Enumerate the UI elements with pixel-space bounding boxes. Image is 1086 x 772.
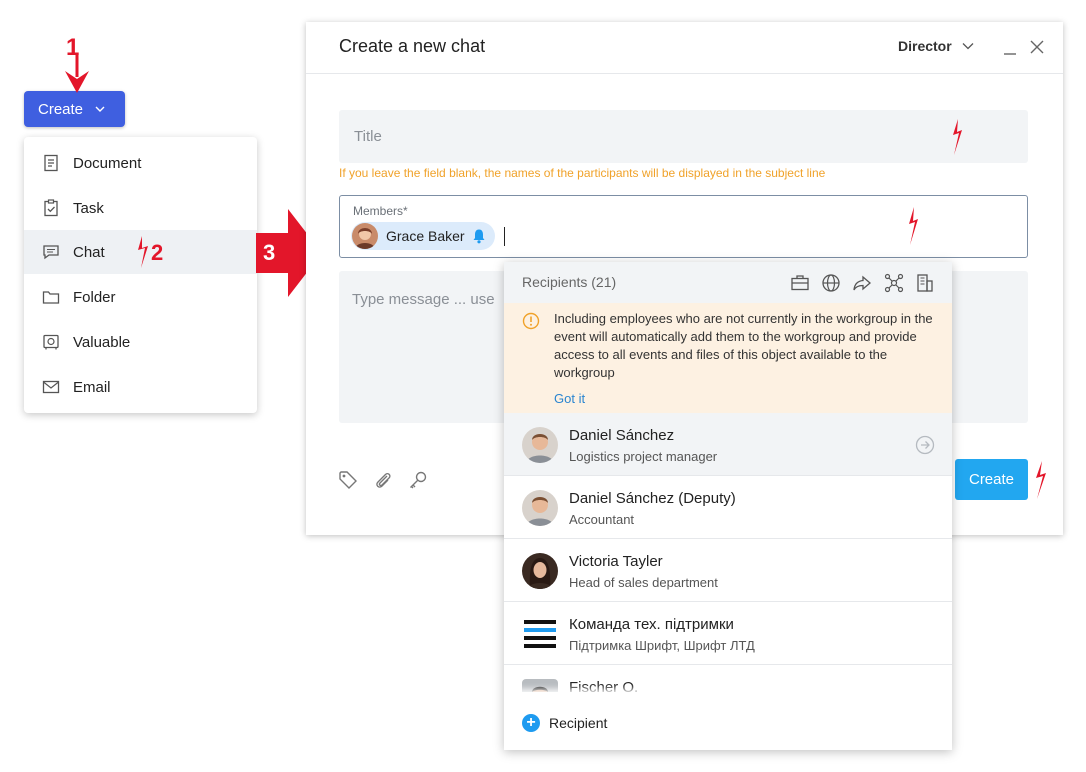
title-hint: If you leave the field blank, the names … (339, 166, 826, 180)
recipient-row[interactable]: Daniel Sánchez Logistics project manager (504, 413, 952, 476)
red-lightning-icon (909, 207, 918, 245)
email-icon (41, 377, 61, 397)
paperclip-icon[interactable] (373, 470, 393, 490)
text-caret (504, 227, 505, 246)
dialog-divider (306, 73, 1063, 74)
title-input[interactable] (339, 110, 1028, 163)
menu-item-document[interactable]: Document (24, 141, 257, 185)
network-icon[interactable] (884, 273, 904, 293)
arrow-right-circle-icon[interactable] (915, 435, 935, 455)
recipients-footer: + Recipient (504, 692, 952, 750)
got-it-link[interactable]: Got it (554, 391, 585, 406)
safe-icon (41, 332, 61, 352)
recipients-popup: Recipients (21) Including employees who … (504, 262, 952, 750)
dialog-title: Create a new chat (339, 36, 486, 56)
recipient-role: Accountant (569, 512, 635, 527)
menu-item-label: Document (73, 154, 142, 172)
create-button[interactable]: Create (24, 91, 125, 127)
chevron-down-icon (962, 43, 974, 50)
create-menu: Document Task Chat Folder Valuable Email (24, 137, 257, 413)
recipient-role: Підтримка Шрифт, Шрифт ЛТД (569, 638, 755, 653)
chat-icon (41, 242, 61, 262)
menu-item-label: Valuable (73, 333, 131, 351)
notice-text: Including employees who are not currentl… (554, 311, 933, 380)
recipient-row[interactable]: Daniel Sánchez (Deputy) Accountant (504, 476, 952, 539)
document-icon (41, 153, 61, 173)
recipient-name: Victoria Tayler (569, 553, 663, 570)
menu-item-folder[interactable]: Folder (24, 275, 257, 319)
recipients-header: Recipients (21) (504, 262, 952, 303)
role-selector[interactable]: Director (898, 38, 974, 54)
recipient-role: Logistics project manager (569, 449, 718, 464)
create-chat-button[interactable]: Create (955, 459, 1028, 500)
recipient-row[interactable]: Victoria Tayler Head of sales department (504, 539, 952, 602)
task-icon (41, 198, 61, 218)
bell-icon[interactable] (471, 228, 487, 244)
avatar (522, 553, 558, 589)
warning-icon (522, 312, 540, 330)
red-arrow-down-icon (65, 55, 89, 93)
red-lightning-icon (953, 119, 962, 155)
menu-item-email[interactable]: Email (24, 365, 257, 409)
add-recipient-button[interactable]: + Recipient (522, 714, 607, 732)
folder-icon (41, 287, 61, 307)
annotation-step-2: 2 (151, 240, 164, 265)
members-label: Members* (353, 204, 408, 218)
close-icon[interactable] (1029, 39, 1045, 55)
briefcase-icon[interactable] (790, 273, 810, 293)
message-placeholder: Type message ... use (352, 291, 495, 308)
menu-item-label: Email (73, 378, 111, 396)
menu-item-task[interactable]: Task (24, 186, 257, 230)
key-icon[interactable] (408, 470, 428, 490)
chevron-down-icon (95, 106, 105, 112)
forward-icon[interactable] (852, 273, 872, 293)
avatar (522, 490, 558, 526)
avatar (522, 427, 558, 463)
team-logo-icon (522, 616, 558, 652)
recipient-name: Daniel Sánchez (Deputy) (569, 490, 736, 507)
building-icon[interactable] (915, 273, 935, 293)
add-recipient-label: Recipient (549, 715, 608, 731)
recipient-row[interactable]: Команда тех. підтримки Підтримка Шрифт, … (504, 602, 952, 665)
recipient-role: Head of sales department (569, 575, 718, 590)
menu-item-label: Task (73, 199, 104, 217)
annotation-step-3: 3 (263, 240, 276, 265)
member-chip-name: Grace Baker (386, 228, 465, 244)
plus-icon: + (522, 714, 540, 732)
recipient-name: Команда тех. підтримки (569, 616, 734, 633)
globe-icon[interactable] (821, 273, 841, 293)
red-lightning-icon (138, 236, 148, 268)
minimize-icon[interactable] (1003, 40, 1017, 56)
avatar (352, 223, 378, 249)
title-field[interactable] (339, 110, 1028, 163)
menu-item-label: Chat (73, 243, 105, 261)
menu-item-valuable[interactable]: Valuable (24, 320, 257, 364)
create-button-label: Create (38, 100, 84, 118)
tag-icon[interactable] (338, 470, 358, 490)
member-chip[interactable]: Grace Baker (351, 222, 495, 250)
members-field[interactable]: Members* Grace Baker (339, 195, 1028, 258)
recipient-name: Daniel Sánchez (569, 427, 675, 444)
role-label: Director (898, 38, 952, 54)
recipients-title: Recipients (21) (522, 274, 617, 290)
red-lightning-icon (1036, 461, 1046, 499)
menu-item-label: Folder (73, 288, 116, 306)
